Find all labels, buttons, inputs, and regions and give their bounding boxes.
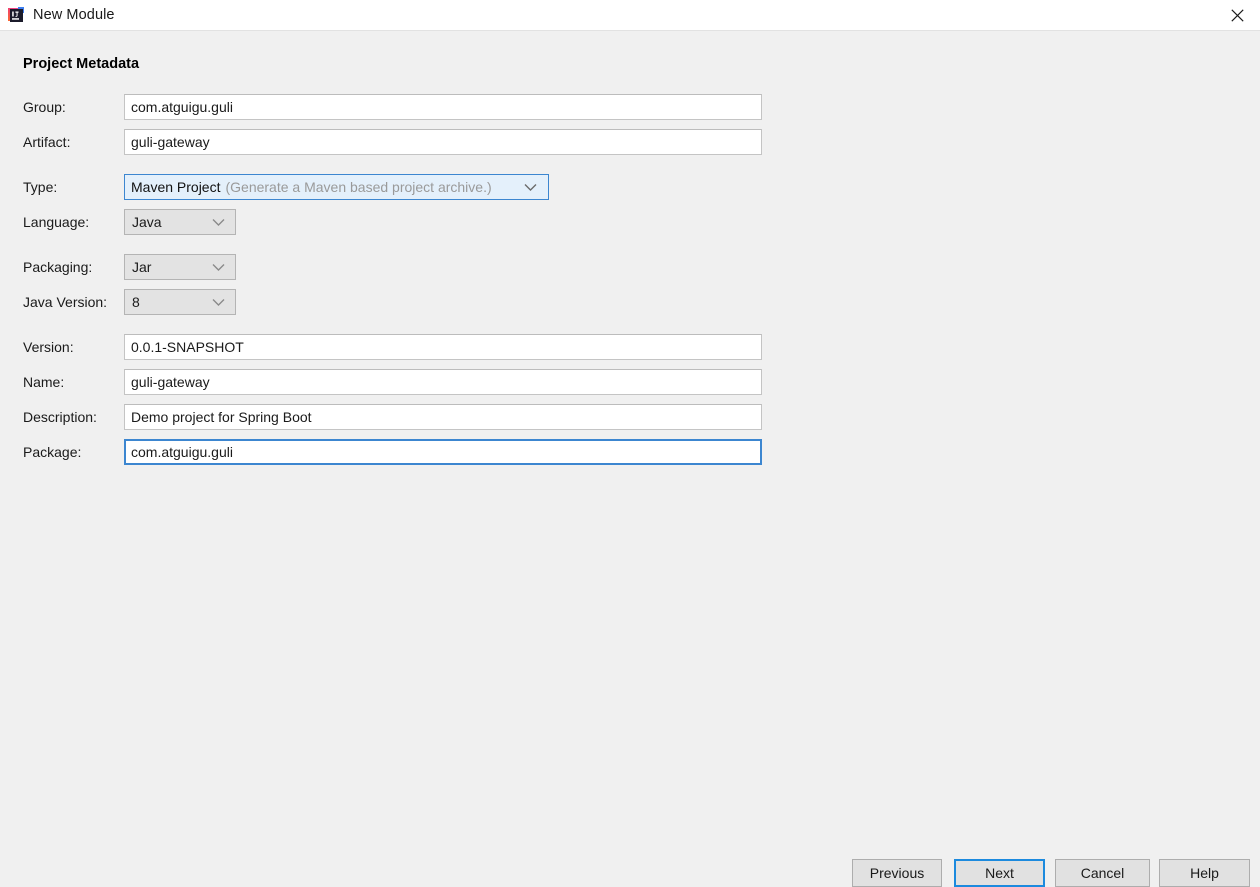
artifact-input[interactable] — [124, 129, 762, 155]
name-input[interactable] — [124, 369, 762, 395]
label-group: Group: — [23, 99, 66, 115]
java-version-dropdown-value: 8 — [132, 294, 140, 310]
label-java-version: Java Version: — [23, 294, 108, 310]
previous-button[interactable]: Previous — [852, 859, 942, 887]
chevron-down-icon — [212, 263, 225, 272]
description-input[interactable] — [124, 404, 762, 430]
close-icon[interactable] — [1214, 0, 1260, 31]
dialog-body: Project Metadata Group: Artifact: Type: … — [0, 31, 1260, 887]
java-version-dropdown[interactable]: 8 — [124, 289, 236, 315]
language-dropdown-value: Java — [132, 214, 162, 230]
chevron-down-icon — [212, 218, 225, 227]
chevron-down-icon — [212, 298, 225, 307]
language-dropdown[interactable]: Java — [124, 209, 236, 235]
help-button[interactable]: Help — [1159, 859, 1250, 887]
label-type: Type: — [23, 179, 58, 195]
label-artifact: Artifact: — [23, 134, 71, 150]
label-language: Language: — [23, 214, 90, 230]
intellij-idea-icon — [8, 7, 24, 23]
packaging-dropdown[interactable]: Jar — [124, 254, 236, 280]
section-title-project-metadata: Project Metadata — [23, 56, 140, 72]
next-button[interactable]: Next — [954, 859, 1045, 887]
package-input[interactable] — [124, 439, 762, 465]
label-description: Description: — [23, 409, 97, 425]
group-input[interactable] — [124, 94, 762, 120]
type-dropdown-hint: (Generate a Maven based project archive.… — [225, 179, 492, 195]
label-package: Package: — [23, 444, 82, 460]
label-version: Version: — [23, 339, 74, 355]
label-name: Name: — [23, 374, 65, 390]
version-input[interactable] — [124, 334, 762, 360]
window-title-bar: New Module — [0, 0, 1260, 31]
cancel-button[interactable]: Cancel — [1055, 859, 1150, 887]
type-dropdown[interactable]: Maven Project (Generate a Maven based pr… — [124, 174, 549, 200]
window-title: New Module — [33, 7, 115, 23]
label-packaging: Packaging: — [23, 259, 93, 275]
type-dropdown-value: Maven Project — [131, 179, 221, 195]
chevron-down-icon — [524, 183, 537, 192]
packaging-dropdown-value: Jar — [132, 259, 152, 275]
